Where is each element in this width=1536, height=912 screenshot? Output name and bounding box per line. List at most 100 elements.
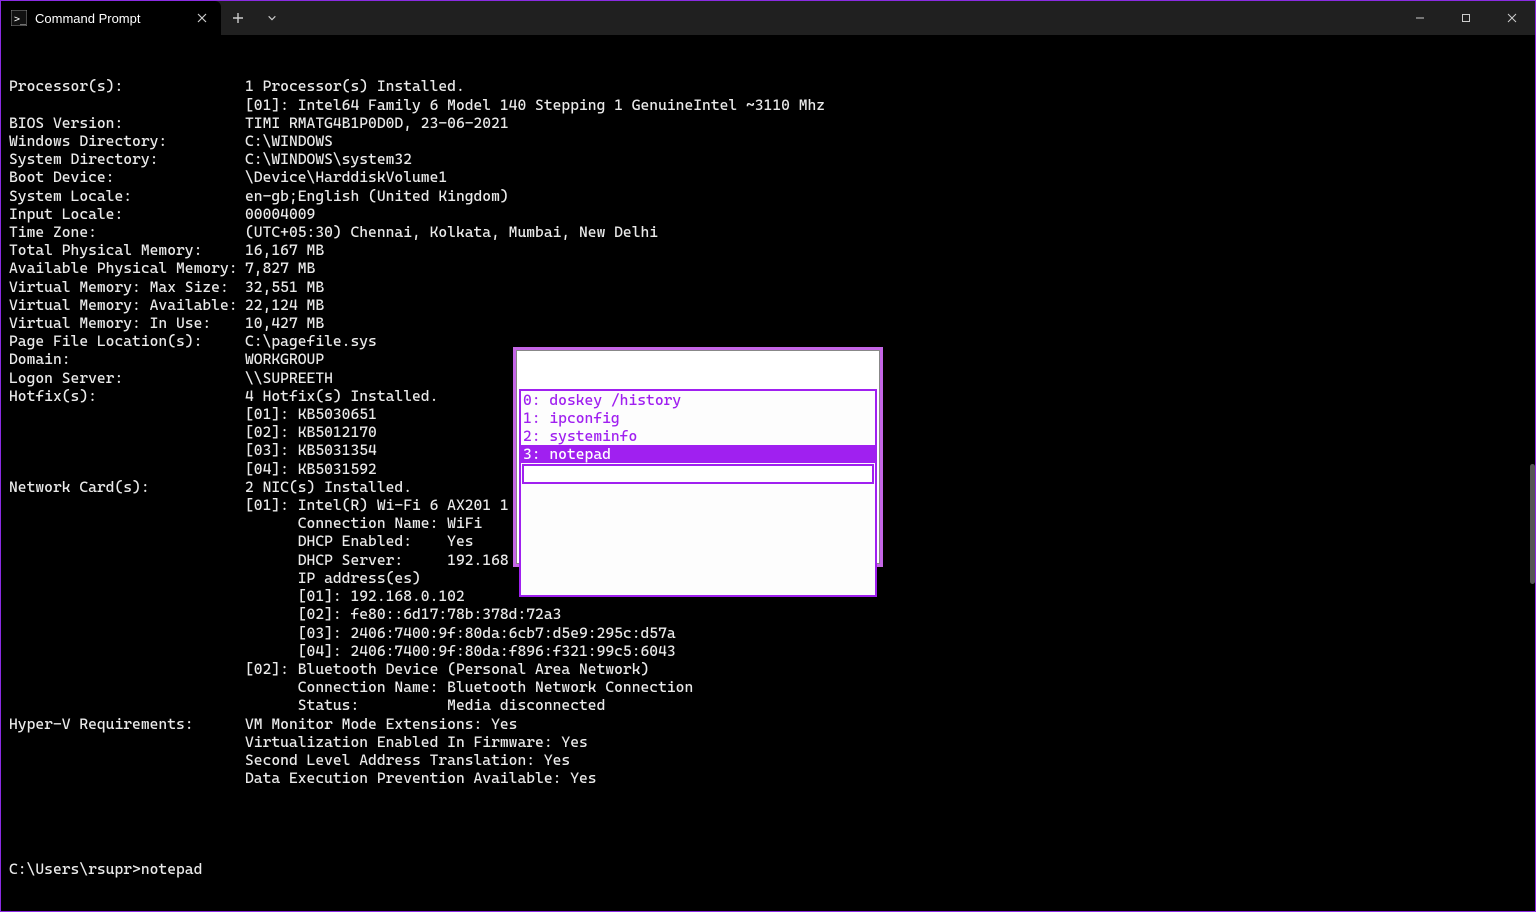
output-label: Total Physical Memory: xyxy=(9,241,245,259)
output-label: Virtual Memory: In Use: xyxy=(9,314,245,332)
output-label xyxy=(9,678,245,696)
output-value: [02]: KB5012170 xyxy=(245,423,377,441)
output-value: 7,827 MB xyxy=(245,259,315,277)
output-label: Logon Server: xyxy=(9,369,245,387)
output-row: Boot Device:\Device\HarddiskVolume1 xyxy=(9,168,1527,186)
output-value: VM Monitor Mode Extensions: Yes xyxy=(245,715,517,733)
close-window-button[interactable] xyxy=(1489,1,1535,35)
output-value: 4 Hotfix(s) Installed. xyxy=(245,387,438,405)
output-label xyxy=(9,496,245,514)
output-value: [01]: Intel64 Family 6 Model 140 Steppin… xyxy=(245,96,825,114)
output-label xyxy=(9,733,245,751)
output-value: WORKGROUP xyxy=(245,350,324,368)
output-label xyxy=(9,769,245,787)
output-value: [01]: KB5030651 xyxy=(245,405,377,423)
output-value: [03]: KB5031354 xyxy=(245,441,377,459)
output-label xyxy=(9,405,245,423)
output-label: Domain: xyxy=(9,350,245,368)
output-value: [02]: fe80::6d17:78b:378d:72a3 xyxy=(245,605,561,623)
output-label: Hyper-V Requirements: xyxy=(9,715,245,733)
output-value: 00004009 xyxy=(245,205,315,223)
output-label xyxy=(9,441,245,459)
tab-dropdown-button[interactable] xyxy=(255,1,289,35)
maximize-button[interactable] xyxy=(1443,1,1489,35)
output-value: Connection Name: Bluetooth Network Conne… xyxy=(245,678,693,696)
new-tab-button[interactable] xyxy=(221,1,255,35)
output-label: Network Card(s): xyxy=(9,478,245,496)
output-label: Windows Directory: xyxy=(9,132,245,150)
output-value: [04]: KB5031592 xyxy=(245,460,377,478)
output-label xyxy=(9,660,245,678)
output-value: IP address(es) xyxy=(245,569,421,587)
output-label: Virtual Memory: Available: xyxy=(9,296,245,314)
output-value: [01]: Intel(R) Wi-Fi 6 AX201 1 xyxy=(245,496,509,514)
output-value: 2 NIC(s) Installed. xyxy=(245,478,412,496)
cmd-icon: >_ xyxy=(11,10,27,26)
output-value: C:\pagefile.sys xyxy=(245,332,377,350)
history-item[interactable]: 3: notepad xyxy=(521,445,875,463)
output-row: Connection Name: Bluetooth Network Conne… xyxy=(9,678,1527,696)
output-label xyxy=(9,587,245,605)
terminal-window: >_ Command Prompt Processor(s):1 Process… xyxy=(1,1,1535,911)
history-item[interactable]: 2: systeminfo xyxy=(521,427,875,445)
output-row: Total Physical Memory:16,167 MB xyxy=(9,241,1527,259)
output-row: Data Execution Prevention Available: Yes xyxy=(9,769,1527,787)
output-value: [02]: Bluetooth Device (Personal Area Ne… xyxy=(245,660,649,678)
output-label: System Directory: xyxy=(9,150,245,168)
output-value: DHCP Server: 192.168 xyxy=(245,551,509,569)
output-row: [04]: 2406:7400:9f:80da:f896:f321:99c5:6… xyxy=(9,642,1527,660)
tab-close-button[interactable] xyxy=(193,9,211,27)
output-value: 1 Processor(s) Installed. xyxy=(245,77,465,95)
history-filter-input[interactable] xyxy=(522,464,874,484)
output-row: Virtual Memory: In Use:10,427 MB xyxy=(9,314,1527,332)
output-label: Boot Device: xyxy=(9,168,245,186)
output-label: Hotfix(s): xyxy=(9,387,245,405)
output-label: Processor(s): xyxy=(9,77,245,95)
output-value: 16,167 MB xyxy=(245,241,324,259)
output-row: Input Locale:00004009 xyxy=(9,205,1527,223)
history-item[interactable]: 1: ipconfig xyxy=(521,409,875,427)
minimize-button[interactable] xyxy=(1397,1,1443,35)
output-row: System Directory:C:\WINDOWS\system32 xyxy=(9,150,1527,168)
output-label xyxy=(9,605,245,623)
output-row: BIOS Version:TIMI RMATG4B1P0D0D, 23-06-2… xyxy=(9,114,1527,132)
output-label xyxy=(9,423,245,441)
output-value: C:\WINDOWS xyxy=(245,132,333,150)
output-row: System Locale:en-gb;English (United King… xyxy=(9,187,1527,205)
output-value: 32,551 MB xyxy=(245,278,324,296)
output-value: \Device\HarddiskVolume1 xyxy=(245,168,447,186)
output-value: 22,124 MB xyxy=(245,296,324,314)
output-row: Available Physical Memory:7,827 MB xyxy=(9,259,1527,277)
titlebar: >_ Command Prompt xyxy=(1,1,1535,35)
output-label: System Locale: xyxy=(9,187,245,205)
prompt-text: C:\Users\rsupr>notepad xyxy=(9,860,202,878)
output-value: TIMI RMATG4B1P0D0D, 23-06-2021 xyxy=(245,114,509,132)
titlebar-drag-region[interactable] xyxy=(289,1,1397,35)
output-row: Virtual Memory: Available:22,124 MB xyxy=(9,296,1527,314)
output-label xyxy=(9,96,245,114)
output-label: Available Physical Memory: xyxy=(9,259,245,277)
output-value: 10,427 MB xyxy=(245,314,324,332)
command-history-popup[interactable]: 0: doskey /history1: ipconfig2: systemin… xyxy=(513,347,883,567)
output-label xyxy=(9,460,245,478)
output-value: Virtualization Enabled In Firmware: Yes xyxy=(245,733,588,751)
svg-text:>_: >_ xyxy=(14,14,27,25)
terminal-viewport[interactable]: Processor(s):1 Processor(s) Installed.[0… xyxy=(1,35,1535,911)
output-row: Windows Directory:C:\WINDOWS xyxy=(9,132,1527,150)
output-value: DHCP Enabled: Yes xyxy=(245,532,474,550)
output-value: Second Level Address Translation: Yes xyxy=(245,751,570,769)
tab-label: Command Prompt xyxy=(35,11,185,26)
output-label xyxy=(9,624,245,642)
output-value: [04]: 2406:7400:9f:80da:f896:f321:99c5:6… xyxy=(245,642,676,660)
history-item[interactable]: 0: doskey /history xyxy=(521,391,875,409)
vertical-scrollbar[interactable] xyxy=(1530,34,1535,911)
output-value: Status: Media disconnected xyxy=(245,696,605,714)
output-value: en-gb;English (United Kingdom) xyxy=(245,187,509,205)
tab-command-prompt[interactable]: >_ Command Prompt xyxy=(1,1,221,35)
output-label: Input Locale: xyxy=(9,205,245,223)
output-label xyxy=(9,569,245,587)
output-label: Time Zone: xyxy=(9,223,245,241)
scrollbar-thumb[interactable] xyxy=(1530,464,1535,584)
output-row: Virtual Memory: Max Size:32,551 MB xyxy=(9,278,1527,296)
history-list[interactable]: 0: doskey /history1: ipconfig2: systemin… xyxy=(521,391,875,463)
